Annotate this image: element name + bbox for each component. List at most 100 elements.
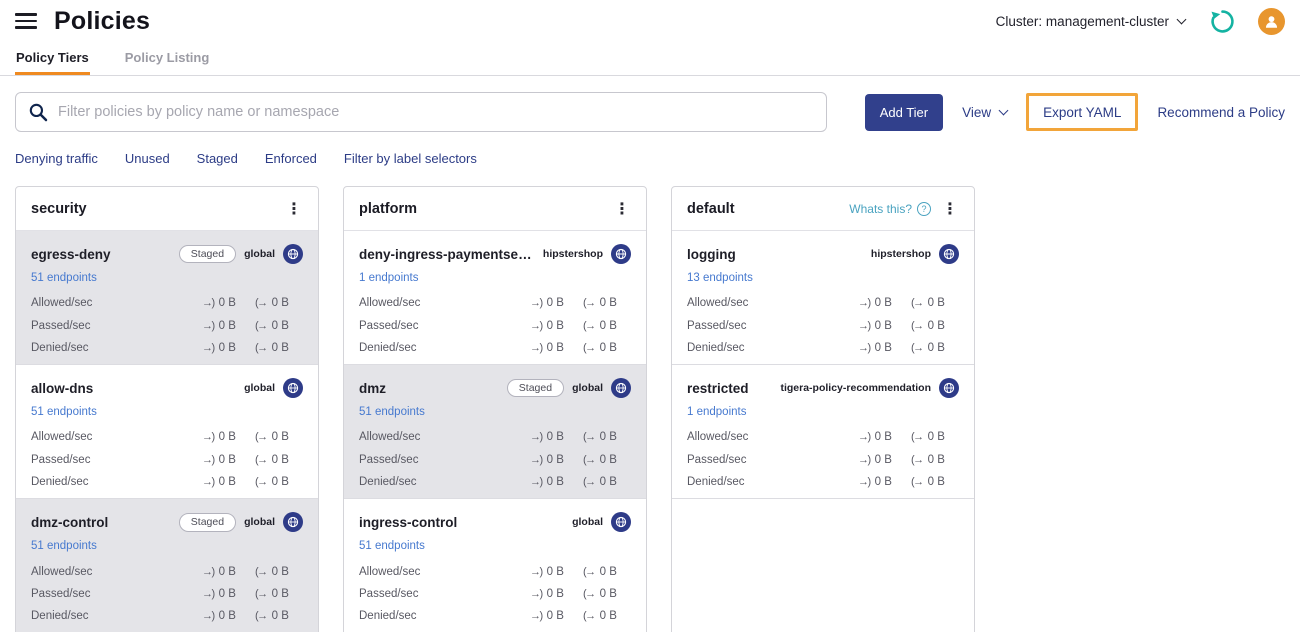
- policy-scope-label: global: [244, 382, 275, 395]
- stat-label: Denied/sec: [31, 610, 89, 623]
- egress-value: 0 B: [599, 453, 617, 466]
- stat-row: Passed/sec →) 0 B (→ 0 B: [687, 314, 959, 336]
- user-avatar[interactable]: [1258, 7, 1285, 35]
- ingress-stat: →) 0 B: [530, 566, 583, 578]
- endpoints-link[interactable]: 51 endpoints: [31, 405, 97, 419]
- endpoints-link[interactable]: 1 endpoints: [687, 405, 746, 419]
- endpoints-link[interactable]: 51 endpoints: [359, 539, 425, 553]
- egress-stat: (→ 0 B: [583, 566, 631, 578]
- ingress-icon: →): [202, 319, 215, 332]
- ingress-value: 0 B: [218, 476, 236, 489]
- egress-value: 0 B: [271, 431, 289, 444]
- ingress-stat: →) 0 B: [530, 610, 583, 622]
- egress-icon: (→: [583, 565, 596, 578]
- kebab-menu-icon[interactable]: ⋮: [941, 199, 959, 219]
- tier-name: security: [31, 200, 87, 217]
- egress-value: 0 B: [927, 453, 945, 466]
- egress-value: 0 B: [599, 341, 617, 354]
- policy-card[interactable]: logging hipstershop 13 endpoints Allowed…: [672, 231, 974, 366]
- egress-value: 0 B: [599, 610, 617, 623]
- history-icon[interactable]: [1209, 8, 1236, 35]
- egress-value: 0 B: [599, 476, 617, 489]
- egress-icon: (→: [583, 297, 596, 310]
- export-yaml-button[interactable]: Export YAML: [1026, 93, 1139, 131]
- stat-label: Passed/sec: [31, 453, 91, 466]
- endpoints-link[interactable]: 13 endpoints: [687, 271, 753, 285]
- tier-header: security ⋮: [16, 187, 318, 231]
- ingress-stat: →) 0 B: [202, 588, 255, 600]
- egress-stat: (→ 0 B: [911, 342, 959, 354]
- ingress-value: 0 B: [874, 341, 892, 354]
- info-icon: ?: [917, 201, 931, 216]
- ingress-value: 0 B: [218, 610, 236, 623]
- tab-policy-listing[interactable]: Policy Listing: [124, 42, 211, 75]
- cluster-selector[interactable]: Cluster: management-cluster: [996, 14, 1187, 29]
- recommend-policy-link[interactable]: Recommend a Policy: [1157, 105, 1285, 120]
- view-dropdown[interactable]: View: [962, 105, 1009, 120]
- chevron-down-icon: [998, 105, 1009, 115]
- stat-label: Denied/sec: [359, 610, 417, 623]
- ingress-value: 0 B: [874, 297, 892, 310]
- globe-icon: [283, 378, 303, 399]
- filter-unused[interactable]: Unused: [125, 151, 170, 166]
- ingress-icon: →): [858, 431, 871, 444]
- policy-card[interactable]: dmz-control Staged global 51 endpoints A…: [16, 499, 318, 632]
- filter-staged[interactable]: Staged: [197, 151, 238, 166]
- ingress-value: 0 B: [546, 476, 564, 489]
- stat-row: Denied/sec →) 0 B (→ 0 B: [687, 337, 959, 359]
- add-tier-button[interactable]: Add Tier: [864, 93, 944, 131]
- policy-card[interactable]: restricted tigera-policy-recommendation …: [672, 365, 974, 500]
- stat-label: Denied/sec: [687, 341, 745, 354]
- policy-card-top: ingress-control global: [359, 509, 631, 535]
- stat-label: Denied/sec: [359, 341, 417, 354]
- tab-policy-tiers[interactable]: Policy Tiers: [15, 42, 90, 75]
- ingress-icon: →): [858, 319, 871, 332]
- search-input[interactable]: [58, 104, 814, 120]
- stat-label: Allowed/sec: [31, 565, 93, 578]
- policy-name: ingress-control: [359, 514, 458, 530]
- egress-stat: (→ 0 B: [255, 476, 303, 488]
- policy-board: security ⋮ egress-deny Staged global 51 …: [0, 166, 1300, 632]
- policy-card[interactable]: dmz Staged global 51 endpoints Allowed/s…: [344, 365, 646, 500]
- stat-label: Passed/sec: [687, 319, 747, 332]
- ingress-stat: →) 0 B: [530, 588, 583, 600]
- policy-card[interactable]: allow-dns global 51 endpoints Allowed/se…: [16, 365, 318, 500]
- policy-card[interactable]: ingress-control global 51 endpoints Allo…: [344, 499, 646, 632]
- filter-enforced[interactable]: Enforced: [265, 151, 317, 166]
- whats-this-link[interactable]: Whats this? ?: [849, 201, 931, 216]
- policy-name: restricted: [687, 380, 749, 396]
- egress-stat: (→ 0 B: [583, 610, 631, 622]
- hamburger-menu-icon[interactable]: [15, 13, 37, 29]
- policy-card-top: restricted tigera-policy-recommendation: [687, 375, 959, 401]
- policy-scope-label: hipstershop: [542, 248, 603, 260]
- endpoints-link[interactable]: 51 endpoints: [359, 405, 425, 419]
- ingress-value: 0 B: [546, 565, 564, 578]
- ingress-stat: →) 0 B: [202, 431, 255, 443]
- stat-row: Allowed/sec →) 0 B (→ 0 B: [359, 560, 631, 582]
- ingress-icon: →): [858, 476, 871, 489]
- kebab-menu-icon[interactable]: ⋮: [285, 199, 303, 219]
- policy-card-top: logging hipstershop: [687, 241, 959, 267]
- policy-card[interactable]: egress-deny Staged global 51 endpoints A…: [16, 231, 318, 366]
- policy-scope-label: global: [244, 516, 275, 529]
- egress-value: 0 B: [927, 297, 945, 310]
- policy-card[interactable]: deny-ingress-paymentservi... hipstershop…: [344, 231, 646, 366]
- egress-stat: (→ 0 B: [583, 476, 631, 488]
- policy-name: dmz-control: [31, 514, 109, 530]
- endpoints-link[interactable]: 51 endpoints: [31, 271, 97, 285]
- egress-value: 0 B: [271, 476, 289, 489]
- kebab-menu-icon[interactable]: ⋮: [613, 199, 631, 219]
- filter-denying-traffic[interactable]: Denying traffic: [15, 151, 98, 166]
- endpoints-link[interactable]: 1 endpoints: [359, 271, 418, 285]
- egress-stat: (→ 0 B: [255, 610, 303, 622]
- ingress-stat: →) 0 B: [530, 342, 583, 354]
- namespace-icon: [939, 378, 959, 399]
- ingress-icon: →): [530, 610, 543, 623]
- filter-label-selectors[interactable]: Filter by label selectors: [344, 151, 477, 166]
- endpoints-link[interactable]: 51 endpoints: [31, 539, 97, 553]
- stat-row: Denied/sec →) 0 B (→ 0 B: [31, 471, 303, 493]
- ingress-value: 0 B: [546, 453, 564, 466]
- egress-value: 0 B: [271, 587, 289, 600]
- egress-icon: (→: [583, 587, 596, 600]
- policy-card-top: allow-dns global: [31, 375, 303, 401]
